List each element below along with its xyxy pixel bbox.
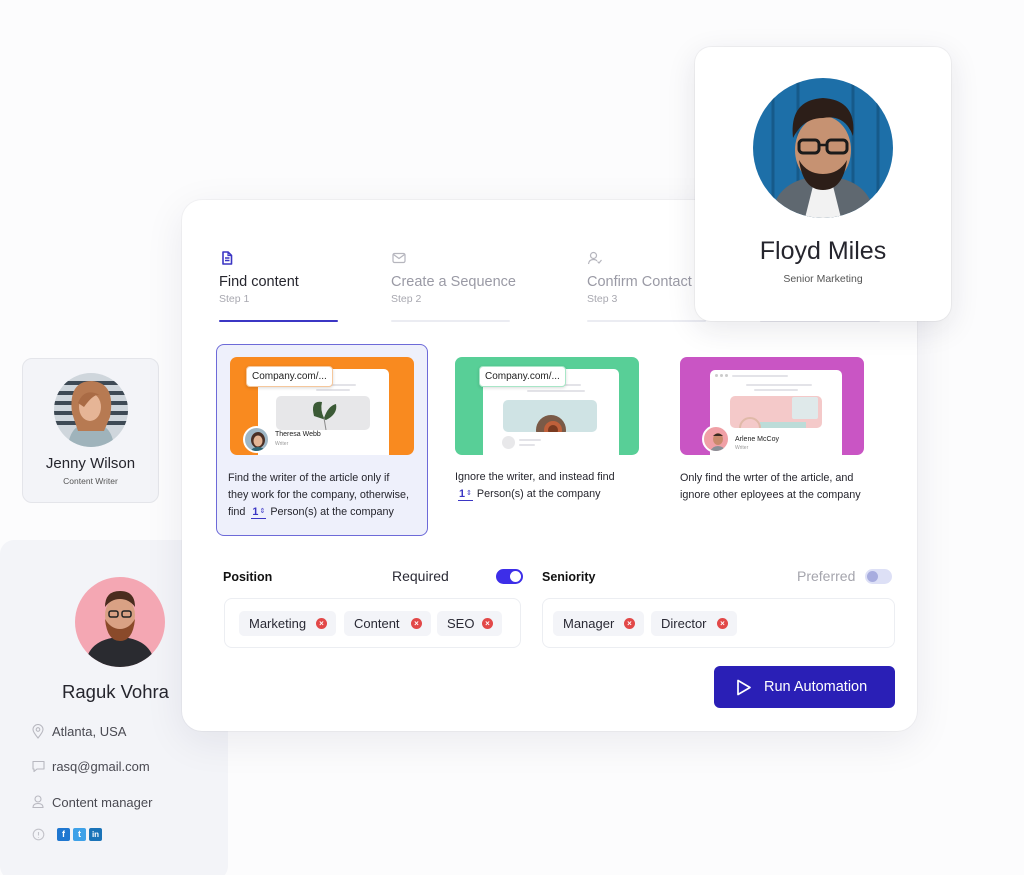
profile-name: Floyd Miles bbox=[759, 237, 887, 265]
user-icon bbox=[32, 795, 44, 809]
twitter-icon[interactable]: t bbox=[73, 828, 86, 841]
tag-manager: Manager × bbox=[553, 611, 644, 636]
facebook-icon[interactable]: f bbox=[57, 828, 70, 841]
socials-item: f t in bbox=[32, 828, 132, 842]
remove-tag-icon[interactable]: × bbox=[624, 618, 635, 629]
profile-card-jenny: Jenny Wilson Content Writer bbox=[22, 358, 159, 503]
step-progress-bar bbox=[587, 320, 706, 322]
avatar-raguk bbox=[75, 577, 165, 667]
profile-role: Senior Marketing bbox=[783, 273, 863, 285]
profile-card-raguk-content: Raguk Vohra Atlanta, USA rasq@gmail.com … bbox=[0, 540, 240, 875]
tag-seo: SEO × bbox=[437, 611, 502, 636]
tag-content: Content × bbox=[344, 611, 431, 636]
chat-info-icon bbox=[32, 828, 45, 841]
profile-card-floyd: Floyd Miles Senior Marketing bbox=[695, 47, 951, 321]
required-toggle[interactable] bbox=[496, 569, 523, 584]
linkedin-icon[interactable]: in bbox=[89, 828, 102, 841]
file-text-icon bbox=[222, 251, 233, 265]
option-card-writer-only[interactable]: Arlene McCoy Writer Only find the wrter … bbox=[667, 344, 879, 536]
tag-marketing: Marketing × bbox=[239, 611, 336, 636]
profile-role: Content Writer bbox=[63, 476, 118, 486]
profile-name: Jenny Wilson bbox=[45, 455, 136, 472]
step-progress-bar bbox=[219, 320, 338, 322]
person-count-stepper[interactable]: 1⇕ bbox=[458, 488, 473, 501]
step-number: Step 3 bbox=[587, 293, 618, 305]
position-tags-input[interactable]: Marketing × Content × SEO × bbox=[224, 598, 521, 648]
writer-avatar bbox=[702, 425, 730, 453]
profile-name: Raguk Vohra bbox=[62, 681, 169, 702]
url-label: Company.com/... bbox=[479, 366, 566, 387]
option-card-writer-if-employee[interactable]: Company.com/... Theresa Webb Writer Find… bbox=[216, 344, 428, 536]
option-description: Ignore the writer, and instead find 1⇕ Pe… bbox=[455, 471, 615, 501]
option-thumbnail: Arlene McCoy Writer bbox=[680, 357, 864, 455]
article-image bbox=[276, 396, 370, 431]
avatar-floyd bbox=[753, 78, 893, 218]
run-automation-button[interactable]: Run Automation bbox=[714, 666, 895, 708]
writer-role: Writer bbox=[275, 441, 289, 447]
writer-avatar bbox=[243, 426, 270, 453]
map-pin-icon bbox=[32, 724, 44, 739]
url-label: Company.com/... bbox=[246, 366, 333, 387]
step-progress-bar bbox=[391, 320, 510, 322]
article-image bbox=[503, 400, 597, 445]
remove-tag-icon[interactable]: × bbox=[717, 618, 728, 629]
writer-name: Theresa Webb bbox=[275, 431, 321, 438]
required-label: Required bbox=[392, 568, 449, 584]
tab-create-sequence[interactable]: Create a Sequence Step 2 bbox=[391, 250, 516, 322]
remove-tag-icon[interactable]: × bbox=[482, 618, 493, 629]
tag-director: Director × bbox=[651, 611, 737, 636]
writer-role: Writer bbox=[735, 445, 749, 451]
tab-confirm-contact[interactable]: Confirm Contact Step 3 bbox=[587, 250, 707, 322]
step-label: Find content bbox=[219, 274, 299, 290]
mail-icon bbox=[392, 252, 406, 264]
message-icon bbox=[32, 760, 45, 773]
preferred-label: Preferred bbox=[797, 568, 856, 584]
writer-name: Arlene McCoy bbox=[735, 436, 779, 443]
step-label: Confirm Contact bbox=[587, 274, 692, 290]
seniority-label: Seniority bbox=[542, 570, 596, 584]
step-number: Step 2 bbox=[391, 293, 422, 305]
remove-tag-icon[interactable]: × bbox=[411, 618, 422, 629]
seniority-tags-input[interactable]: Manager × Director × bbox=[542, 598, 895, 648]
option-thumbnail: Company.com/... Theresa Webb Writer bbox=[230, 357, 414, 455]
user-check-icon bbox=[587, 251, 602, 265]
avatar-jenny bbox=[54, 373, 128, 447]
option-description: Only find the wrter of the article, and … bbox=[680, 472, 861, 501]
play-icon bbox=[737, 679, 751, 696]
preferred-toggle[interactable] bbox=[865, 569, 892, 584]
option-card-ignore-writer[interactable]: Company.com/... Ignore the writer, and i… bbox=[442, 344, 654, 536]
step-label: Create a Sequence bbox=[391, 274, 516, 290]
option-thumbnail: Company.com/... bbox=[455, 357, 639, 455]
article-image bbox=[730, 396, 822, 439]
option-description: Find the writer of the article only if t… bbox=[228, 472, 410, 519]
step-number: Step 1 bbox=[219, 293, 250, 305]
remove-tag-icon[interactable]: × bbox=[316, 618, 327, 629]
tab-find-content[interactable]: Find content Step 1 bbox=[219, 250, 339, 322]
person-count-stepper[interactable]: 1⇕ bbox=[251, 506, 267, 519]
